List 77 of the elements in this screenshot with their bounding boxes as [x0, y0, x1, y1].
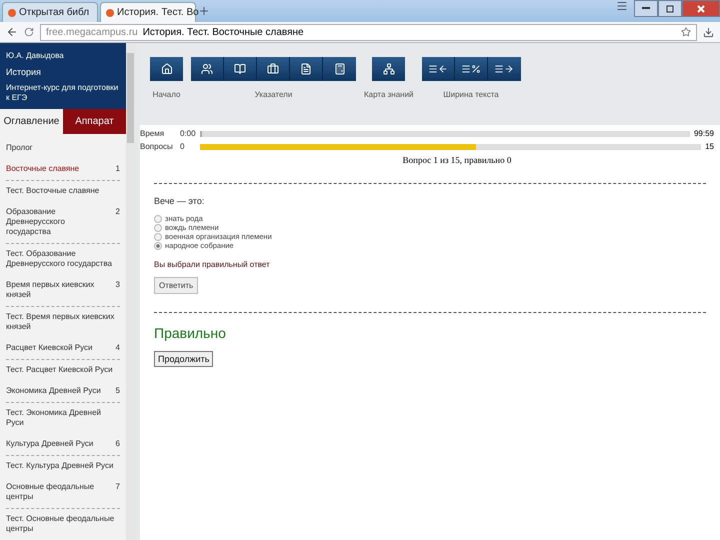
site-icon — [106, 8, 114, 16]
answer-button[interactable]: Ответить — [154, 277, 198, 294]
maximize-button[interactable] — [658, 0, 682, 17]
contents-item[interactable]: Тест. Культура Древней Руси — [6, 456, 120, 477]
toolbar-button[interactable] — [191, 57, 224, 81]
question-text: Вече — это: — [154, 196, 204, 206]
calculator-icon — [334, 63, 346, 75]
toolbar-button[interactable] — [488, 57, 521, 81]
download-icon[interactable] — [703, 26, 714, 38]
menu-icon[interactable] — [616, 0, 628, 12]
bar-label: Время — [140, 129, 166, 138]
star-icon[interactable] — [681, 27, 691, 37]
continue-button[interactable]: Продолжить — [154, 351, 214, 367]
document-icon — [300, 63, 312, 75]
reload-icon[interactable] — [24, 27, 34, 37]
new-tab-icon[interactable] — [198, 5, 210, 17]
maximize-icon — [666, 4, 674, 12]
contents-item[interactable]: Тест. Расцвет Киевской Руси — [6, 360, 120, 381]
result-text: Правильно — [154, 325, 226, 341]
bar-end: 99:59 — [694, 129, 714, 138]
minimize-icon — [642, 7, 650, 10]
course-title: Интернет-курс для подготовки к ЕГЭ — [6, 83, 120, 103]
contents-item[interactable]: Время первых киевских князей 3 — [6, 275, 120, 307]
hierarchy-icon — [382, 63, 395, 75]
radio-button[interactable] — [154, 242, 162, 250]
contents-item[interactable]: Культура Древней Руси 6 — [6, 434, 120, 456]
contents-item[interactable]: Тест. Экономика Древней Руси — [6, 403, 120, 434]
contents-item[interactable]: Восточные славяне 1 — [6, 159, 120, 181]
lines-arrow-left-icon — [428, 64, 448, 74]
toolbar-button[interactable] — [372, 57, 406, 81]
home-icon — [160, 63, 172, 75]
question-counter: Вопрос 1 из 15, правильно 0 — [402, 155, 512, 165]
toolbar-button[interactable] — [224, 57, 257, 81]
radio-button[interactable] — [154, 232, 162, 240]
radio-button[interactable] — [154, 214, 162, 222]
bar-start: 0 — [180, 142, 186, 151]
toolbar-button[interactable] — [257, 57, 290, 81]
close-button[interactable] — [682, 0, 720, 17]
contents-item[interactable]: Тест. Восточные славяне — [6, 181, 120, 202]
feedback-text: Вы выбрали правильный ответ — [154, 260, 270, 269]
contents-item[interactable]: Образование Древнерусского государства 2 — [6, 202, 120, 244]
author-name: Ю.А. Давыдова — [6, 51, 65, 61]
contents-item[interactable]: Тест. Основные феодальные центры — [6, 509, 120, 540]
contents-item[interactable]: Тест. Образование Древнерусского государства — [6, 244, 120, 275]
toolbar-button[interactable] — [422, 57, 455, 81]
close-icon — [697, 4, 705, 12]
radio-button[interactable] — [154, 224, 162, 232]
contents-item[interactable]: Тест. Время первых киевских князей — [6, 307, 120, 338]
toolbar-button[interactable] — [323, 57, 356, 81]
site-icon — [8, 8, 16, 16]
toolbar-label: Карта знаний — [364, 90, 414, 99]
briefcase-icon — [267, 63, 279, 75]
address-field[interactable]: free.megacampus.ru История. Тест. Восточные славяне — [40, 24, 697, 40]
lines-percent-icon — [460, 64, 481, 74]
minimize-button[interactable] — [634, 0, 658, 17]
contents-item[interactable]: Основные феодальные центры 7 — [6, 477, 120, 509]
sidebar-tab[interactable]: Аппарат — [63, 108, 126, 134]
contents-item[interactable]: Экономика Древней Руси 5 — [6, 381, 120, 403]
toolbar-label: Ширина текста — [443, 90, 499, 99]
scrollbar[interactable] — [126, 43, 135, 540]
toolbar-button[interactable] — [454, 57, 488, 81]
bar-end: 15 — [705, 142, 714, 151]
back-icon[interactable] — [6, 26, 18, 38]
toolbar-label: Начало — [152, 90, 180, 99]
contents-item[interactable]: Расцвет Киевской Руси 4 — [6, 338, 120, 360]
toolbar-button[interactable] — [290, 57, 323, 81]
book-icon — [234, 63, 246, 75]
users-icon — [201, 63, 213, 75]
browser-tab[interactable]: История. Тест. Во — [100, 2, 196, 22]
lines-arrow-right-icon — [494, 64, 514, 74]
subject-title: История — [6, 66, 42, 78]
toolbar-label: Указатели — [254, 90, 292, 99]
contents-item[interactable]: Пролог — [6, 138, 120, 159]
bar-start: 0:00 — [180, 129, 196, 138]
toolbar-button[interactable] — [150, 57, 183, 81]
bar-label: Вопросы — [140, 142, 174, 151]
browser-tab[interactable]: Открытая библ — [2, 2, 98, 22]
